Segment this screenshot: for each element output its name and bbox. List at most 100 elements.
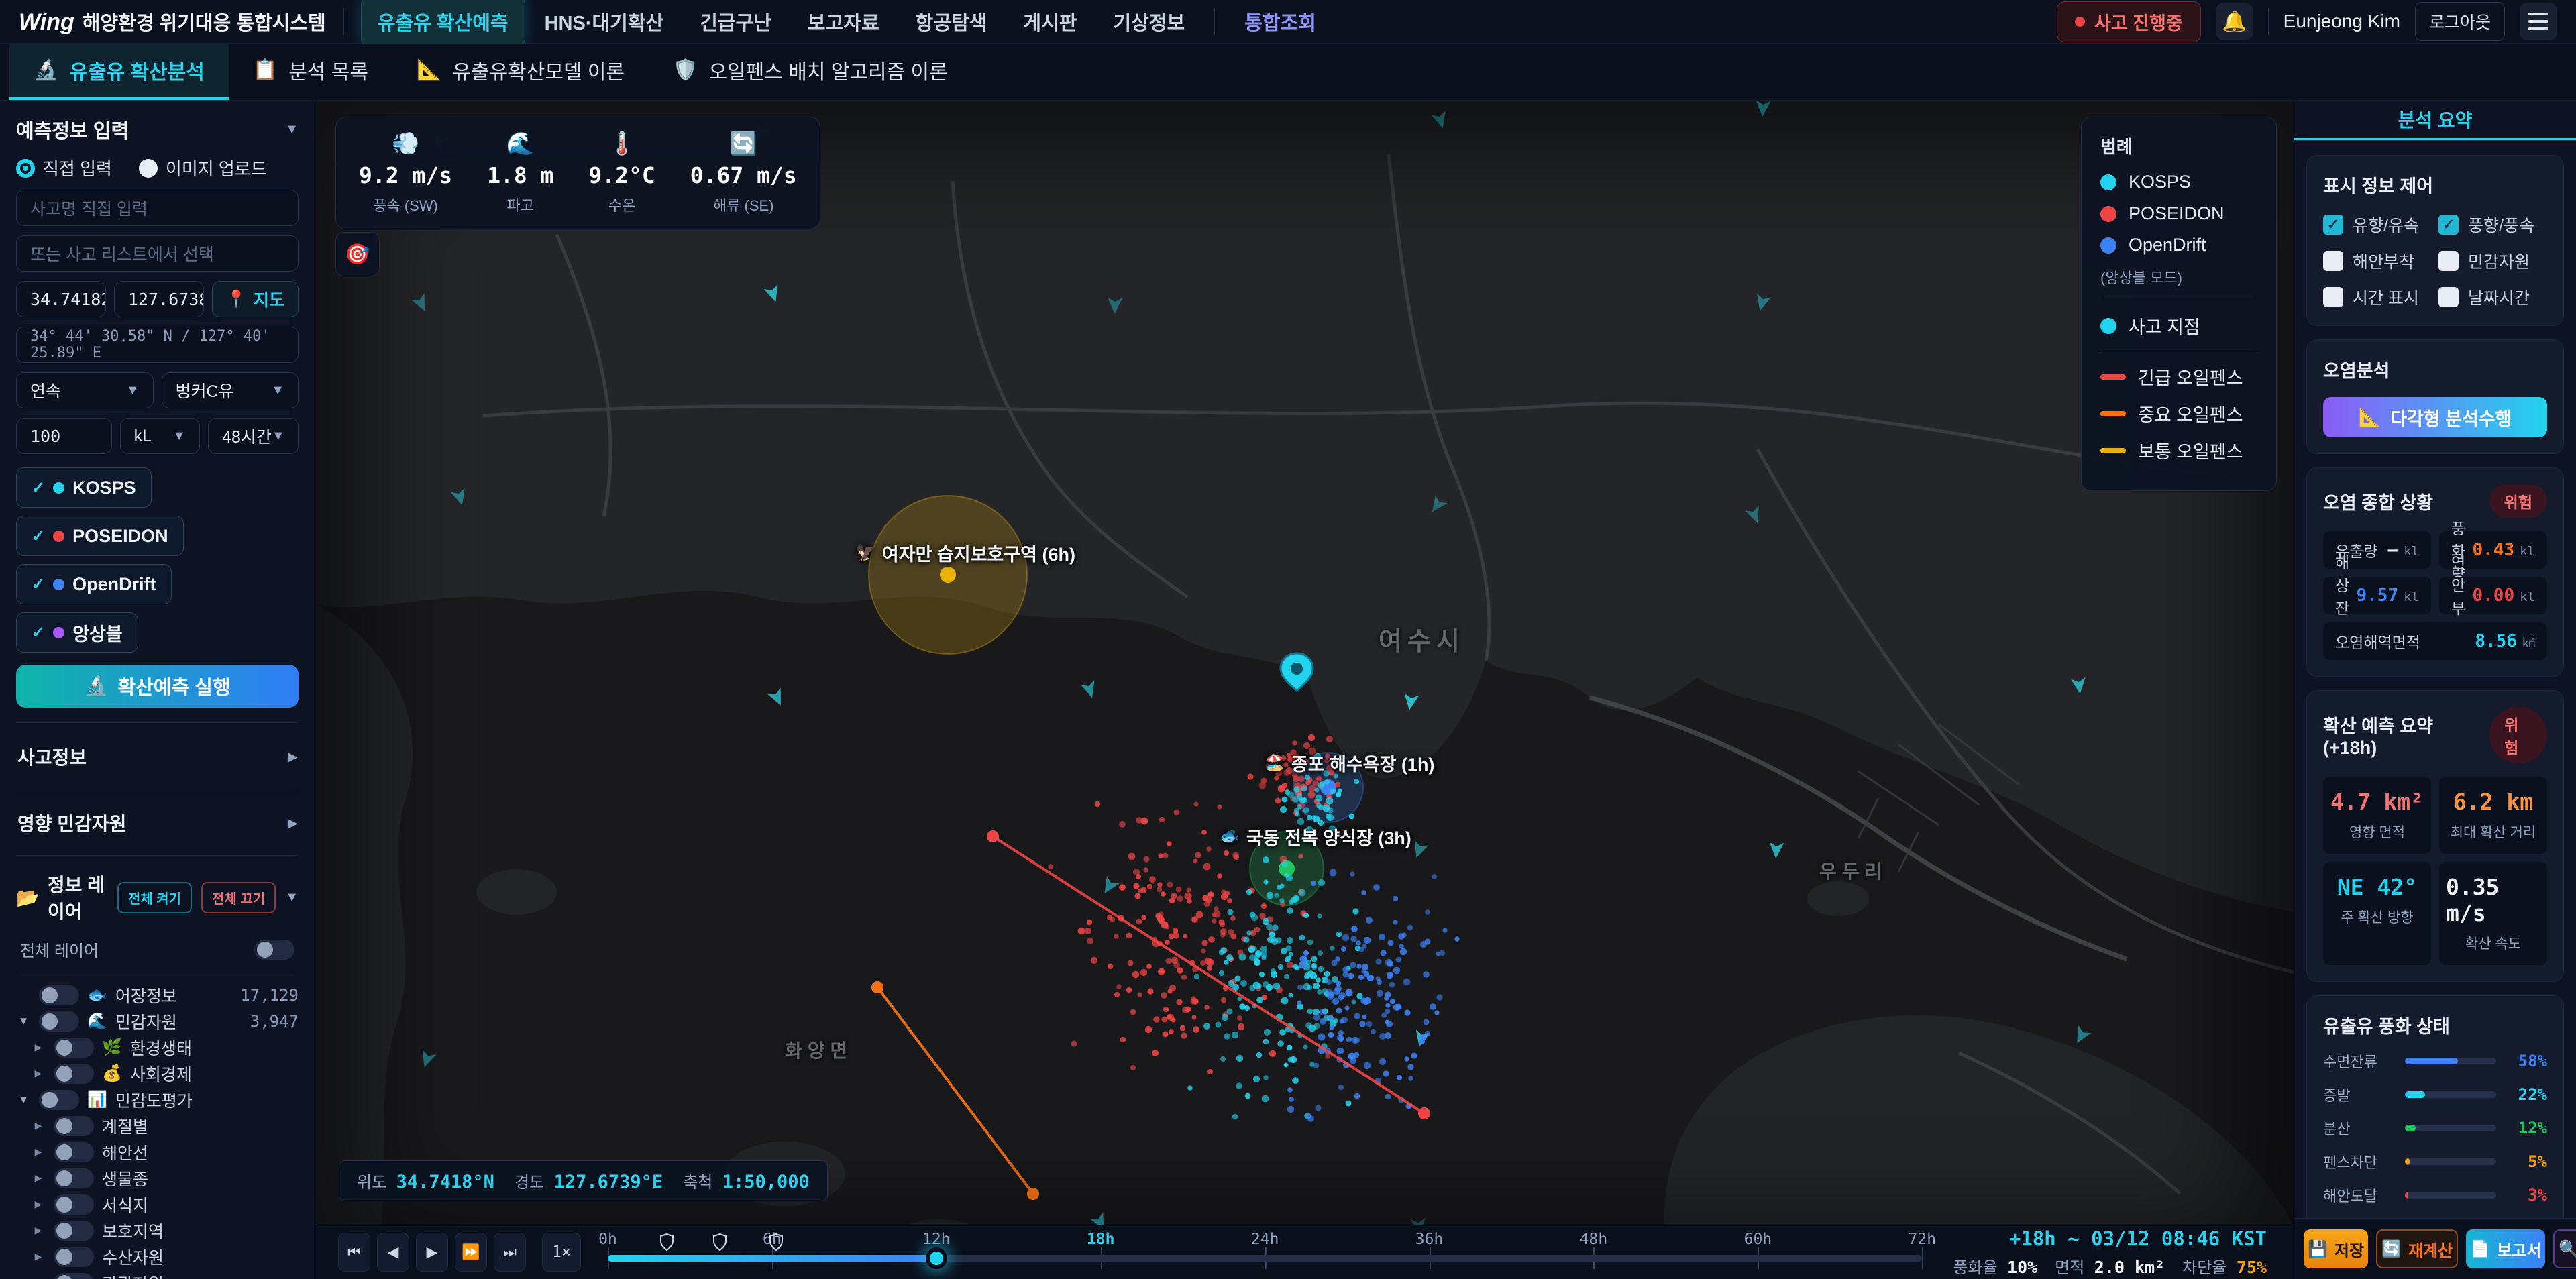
checkbox-날짜시간[interactable]: 날짜시간 (2438, 285, 2547, 309)
layer-toggle[interactable] (54, 1063, 94, 1084)
layer-caret-icon[interactable]: ▼ (16, 1093, 31, 1107)
tab-유출유 확산분석[interactable]: 🔬 유출유 확산분석 (9, 44, 229, 100)
fast-forward-button[interactable]: ⏩ (455, 1233, 487, 1272)
nav-item-게시판[interactable]: 게시판 (1007, 0, 1093, 45)
fence-marker-shield-icon[interactable] (712, 1233, 727, 1254)
step-back-button[interactable]: ◀ (377, 1233, 409, 1272)
save-button[interactable]: 💾 저장 (2304, 1229, 2369, 1268)
nav-item-통합조회[interactable]: 통합조회 (1228, 0, 1332, 45)
nav-item-HNS·대기확산[interactable]: HNS·대기확산 (529, 0, 680, 45)
tab-분석 목록[interactable]: 📋 분석 목록 (229, 44, 392, 100)
tab-오일펜스 배치 알고리즘 이론[interactable]: 🛡️ 오일펜스 배치 알고리즘 이론 (649, 44, 972, 100)
layer-caret-icon[interactable]: ▶ (31, 1042, 46, 1053)
checkbox-icon (2438, 251, 2459, 271)
checkbox-icon: ✓ (2323, 215, 2343, 235)
legend-label: POSEIDON (2129, 203, 2224, 223)
layer-toggle[interactable] (54, 1037, 94, 1058)
amount-input[interactable]: 100 (16, 418, 112, 454)
layer-toggle[interactable] (54, 1194, 94, 1215)
nav-item-긴급구난[interactable]: 긴급구난 (684, 0, 788, 45)
incident-list-select[interactable]: 또는 사고 리스트에서 선택 (16, 235, 299, 272)
layer-caret-icon[interactable]: ▶ (31, 1225, 46, 1236)
logout-button[interactable]: 로그아웃 (2414, 2, 2505, 41)
layer-toggle[interactable] (54, 1115, 94, 1136)
info-layers-title: 📂 정보 레이어 (16, 871, 108, 924)
checkbox-풍향/풍속[interactable]: ✓ 풍향/풍속 (2438, 213, 2547, 237)
layer-toggle[interactable] (54, 1220, 94, 1241)
menu-button[interactable] (2520, 3, 2557, 40)
master-layer-toggle[interactable] (254, 939, 294, 960)
nav-item-보고자료[interactable]: 보고자료 (792, 0, 896, 45)
layer-caret-icon[interactable]: ▶ (31, 1199, 46, 1210)
all-layers-on-button[interactable]: 전체 켜기 (117, 881, 193, 913)
polygon-analysis-button[interactable]: 📐 다각형 분석수행 (2323, 397, 2547, 437)
layer-caret-icon[interactable]: ▶ (31, 1172, 46, 1184)
radio-image-upload[interactable]: 이미지 업로드 (138, 156, 267, 180)
layer-toggle[interactable] (39, 985, 79, 1005)
nav-item-유출유 확산예측[interactable]: 유출유 확산예측 (361, 0, 525, 45)
notifications-button[interactable]: 🔔 (2215, 3, 2253, 40)
report-button[interactable]: 📄 보고서 (2466, 1229, 2546, 1268)
model-chip-OpenDrift[interactable]: ✓ OpenDrift (16, 564, 172, 604)
checkbox-민감자원[interactable]: 민감자원 (2438, 249, 2547, 273)
play-button[interactable]: ▶ (416, 1233, 448, 1272)
layer-caret-icon[interactable]: ▶ (31, 1251, 46, 1262)
speed-button[interactable]: 1× (542, 1233, 581, 1272)
prediction-input-header[interactable]: 예측정보 입력 ▼ (16, 115, 299, 144)
layer-toggle[interactable] (39, 1089, 79, 1110)
fence-marker-shield-icon[interactable] (769, 1233, 783, 1254)
back-button[interactable]: 🔍역추적 (2553, 1229, 2576, 1268)
run-prediction-button[interactable]: 🔬 확산예측 실행 (16, 665, 299, 708)
unit-select[interactable]: kL ▼ (119, 418, 201, 454)
timeline-handle[interactable] (925, 1247, 947, 1269)
layer-label: 민감자원 (115, 1013, 177, 1032)
recalc-button[interactable]: 🔄 재계산 (2376, 1229, 2459, 1268)
fence-marker-shield-icon[interactable] (660, 1233, 674, 1254)
layer-toggle[interactable] (54, 1246, 94, 1267)
layer-count: 3,947 (250, 1011, 299, 1031)
zone-label-text: 국동 전복 양식장 (3h) (1246, 828, 1411, 848)
spill-type-select[interactable]: 연속 ▼ (16, 372, 154, 408)
nav-item-항공탐색[interactable]: 항공탐색 (900, 0, 1004, 45)
incident-name-input[interactable]: 사고명 직접 입력 (16, 190, 299, 226)
model-chip-KOSPS[interactable]: ✓ KOSPS (16, 467, 152, 508)
checkbox-해안부착[interactable]: 해안부착 (2323, 249, 2432, 273)
incident-dot-icon (2074, 16, 2085, 27)
pick-on-map-button[interactable]: 📍 지도 (211, 281, 299, 317)
incident-pin-icon[interactable] (1279, 652, 1314, 693)
longitude-input[interactable]: 127.673856994 (113, 281, 204, 317)
layer-toggle[interactable] (39, 1011, 79, 1032)
layer-caret-icon[interactable]: ▶ (31, 1120, 46, 1131)
model-chip-POSEIDON[interactable]: ✓ POSEIDON (16, 516, 184, 556)
timeline-bar: ⏮ ◀ ▶ ⏩ ⏭ 1× 0h 6h 12h 18h 24h 36h 48h 60h 72h +18h … (315, 1225, 2294, 1279)
duration-select[interactable]: 48시간 ▼ (208, 418, 299, 454)
oil-type-select[interactable]: 벙커C유 ▼ (161, 372, 299, 408)
bar-fill (2405, 1125, 2416, 1131)
layer-toggle[interactable] (54, 1168, 94, 1188)
skip-end-button[interactable]: ⏭ (494, 1233, 526, 1272)
map-canvas[interactable]: 여수시 우두리 화양면 🦅 여자만 습지보호구역 (6h) 🏖️ 종포 해수욕장 (1h)… (315, 101, 2294, 1279)
layer-caret-icon[interactable]: ▶ (31, 1068, 46, 1079)
all-layers-off-button[interactable]: 전체 끄기 (201, 881, 276, 913)
checkbox-유향/유속[interactable]: ✓ 유향/유속 (2323, 213, 2432, 237)
timeline-track[interactable]: 0h 6h 12h 18h 24h 36h 48h 60h 72h (598, 1225, 1936, 1279)
layer-caret-icon[interactable]: ▶ (31, 1146, 46, 1158)
skip-start-button[interactable]: ⏮ (338, 1233, 370, 1272)
stat-number: 0.00 (2472, 586, 2515, 606)
checkbox-시간 표시[interactable]: 시간 표시 (2323, 285, 2432, 309)
radio-on-icon (16, 158, 35, 178)
layer-toggle[interactable] (54, 1142, 94, 1162)
bar-track (2405, 1058, 2496, 1064)
model-chip-앙상블[interactable]: ✓ 앙상블 (16, 612, 138, 653)
layer-caret-icon[interactable]: ▼ (16, 1015, 31, 1028)
coordinate-bar: 위도 34.7418°N 경도 127.6739°E 축척 1:50,000 (339, 1160, 828, 1201)
tab-유출유확산모델 이론[interactable]: 📐 유출유확산모델 이론 (392, 44, 649, 100)
sidebar-section-사고정보[interactable]: 사고정보 ▶ (16, 722, 299, 774)
latitude-input[interactable]: 34.7418271295 (16, 281, 106, 317)
radio-direct-input[interactable]: 직접 입력 (16, 156, 112, 180)
nav-item-기상정보[interactable]: 기상정보 (1097, 0, 1201, 45)
sidebar-section-영향 민감자원[interactable]: 영향 민감자원 ▶ (16, 789, 299, 840)
radio-off-icon (138, 158, 158, 178)
layer-toggle[interactable] (54, 1272, 94, 1279)
locate-incident-button[interactable]: 🎯 (335, 232, 380, 276)
